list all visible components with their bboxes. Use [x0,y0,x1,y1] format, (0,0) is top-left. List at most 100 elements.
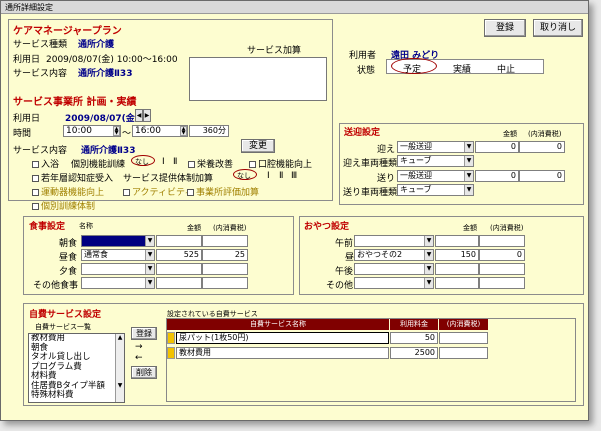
snack-other-amount[interactable] [435,277,479,289]
snack-afternoon-amount[interactable] [435,263,479,275]
chevron-down-icon[interactable]: ▼ [424,250,433,260]
dinner-amount[interactable] [156,263,202,275]
table-row-name[interactable]: 尿パット(1枚50円) [176,332,389,344]
chevron-down-icon[interactable]: ▼ [464,171,473,181]
provision-roman-3[interactable]: Ⅲ [291,171,297,181]
individual-system-label: 個別訓練体制 [41,202,96,212]
chevron-down-icon[interactable]: ▼ [145,264,154,274]
provision-nashi[interactable]: なし [237,171,251,181]
evaluation-checkbox[interactable]: 事業所評価加算 [187,185,259,198]
breakfast-amount[interactable] [156,235,202,247]
pickup-label: 迎え [377,145,396,155]
snack-other-tax[interactable] [479,277,525,289]
list-scrollbar[interactable]: ▲ ▼ [115,334,124,402]
status-cancelled[interactable]: 中止 [497,62,515,75]
table-row-tax[interactable] [439,347,488,359]
end-time-spin[interactable]: ▲ ▼ [180,126,187,136]
individual-system-checkbox[interactable]: 個別訓練体制 [32,199,95,212]
provision-roman-1[interactable]: Ⅰ [267,171,270,181]
selfpay-list-label: 自費サービス一覧 [35,323,91,331]
addition-label: サービス加算 [247,46,302,56]
snack-noon-tax[interactable]: 0 [479,249,525,261]
business-date-value: 2009/08/07(金) [65,114,139,124]
addition-box [189,57,327,101]
snack-title: おやつ設定 [304,222,350,232]
individual-nashi[interactable]: なし [135,157,149,167]
table-row-name[interactable]: 教材費用 [176,347,389,359]
date-next-button[interactable]: ▶ [143,109,151,122]
lunch-tax[interactable]: 25 [202,249,248,261]
pickup-value: 一般送迎 [400,142,432,151]
snack-afternoon-tax[interactable] [479,263,525,275]
row-selector-icon[interactable] [167,347,175,359]
status-label: 状態 [357,66,376,76]
snack-noon-value: おやつその2 [357,250,403,259]
breakfast-tax[interactable] [202,235,248,247]
chevron-down-icon[interactable]: ▼ [424,236,433,246]
cancel-button[interactable]: 取り消し [533,19,583,37]
oral-checkbox[interactable]: 口腔機能向上 [249,157,312,170]
other-meal-label: その他食事 [33,281,79,291]
delete-service-button[interactable]: 削除 [131,366,157,379]
snack-afternoon-select[interactable]: ▼ [354,263,434,275]
lunch-amount[interactable]: 525 [156,249,202,261]
individual-roman-1[interactable]: Ⅰ [162,157,165,167]
chevron-down-icon[interactable]: ▼ [424,278,433,288]
chevron-down-icon[interactable]: ▼ [464,142,473,152]
snack-other-label: その他 [326,281,354,291]
snack-morning-tax[interactable] [479,235,525,247]
dropoff-select[interactable]: 一般送迎 ▼ [397,170,474,182]
snack-noon-label: 昼 [345,253,355,263]
pickup-select[interactable]: 一般送迎 ▼ [397,141,474,153]
chevron-down-icon[interactable]: ▼ [464,156,473,166]
other-meal-tax[interactable] [202,277,248,289]
other-meal-amount[interactable] [156,277,202,289]
chevron-down-icon[interactable]: ▼ [145,278,154,288]
status-planned[interactable]: 予定 [403,62,421,75]
list-item[interactable]: 特殊材料費 [31,390,124,401]
provision-roman-2[interactable]: Ⅱ [279,171,283,181]
selfpay-service-list[interactable]: 教材費用 朝食 タオル貸し出し プログラム費 材料費 住居費Bタイプ半額 特殊材… [28,333,125,403]
snack-morning-select[interactable]: ▼ [354,235,434,247]
pickup-amount[interactable]: 0 [475,141,519,153]
provision-label: サービス提供体制加算 [123,174,214,184]
dropoff-vehicle-select[interactable]: キューブ ▼ [397,184,474,196]
dropoff-amount[interactable]: 0 [475,170,519,182]
chevron-down-icon[interactable]: ▼ [424,264,433,274]
other-meal-select[interactable]: ▼ [81,277,155,289]
table-row-fee[interactable]: 2500 [390,347,438,359]
snack-noon-select[interactable]: おやつその2 ▼ [354,249,434,261]
pickup-vehicle-select[interactable]: キューブ ▼ [397,155,474,167]
dropoff-tax[interactable]: 0 [519,170,565,182]
snack-morning-amount[interactable] [435,235,479,247]
motor-checkbox[interactable]: 運動器機能向上 [32,185,104,198]
table-row-fee[interactable]: 50 [390,332,438,344]
dinner-select[interactable]: ▼ [81,263,155,275]
individual-roman-2[interactable]: Ⅱ [173,157,177,167]
breakfast-label: 朝食 [59,239,78,249]
date-prev-button[interactable]: ◀ [135,109,143,122]
lunch-select[interactable]: 通常食 ▼ [81,249,155,261]
add-service-button[interactable]: 登録 [131,327,157,340]
dementia-checkbox[interactable]: 若年層認知症受入 [32,171,113,184]
transport-title: 送迎設定 [344,128,381,138]
snack-other-select[interactable]: ▼ [354,277,434,289]
care-content-label: サービス内容 [13,69,68,79]
chevron-down-icon[interactable]: ▼ [145,236,154,246]
dinner-tax[interactable] [202,263,248,275]
status-actual[interactable]: 実績 [453,62,471,75]
snack-noon-amount[interactable]: 150 [435,249,479,261]
chevron-down-icon[interactable]: ▼ [145,250,154,260]
window-title: 通所詳細設定 [1,1,588,14]
nutrition-checkbox[interactable]: 栄養改善 [188,157,233,170]
bath-checkbox[interactable]: 入浴 [32,157,59,170]
register-button[interactable]: 登録 [484,19,526,37]
activity-checkbox[interactable]: アクティビティ [123,185,193,198]
start-time-spin[interactable]: ▲ ▼ [113,126,120,136]
pickup-tax[interactable]: 0 [519,141,565,153]
chevron-down-icon[interactable]: ▼ [464,185,473,195]
table-row-tax[interactable] [439,332,488,344]
breakfast-select[interactable]: ▼ [81,235,155,247]
change-button[interactable]: 変更 [241,139,275,153]
row-selector-icon[interactable] [167,332,175,344]
